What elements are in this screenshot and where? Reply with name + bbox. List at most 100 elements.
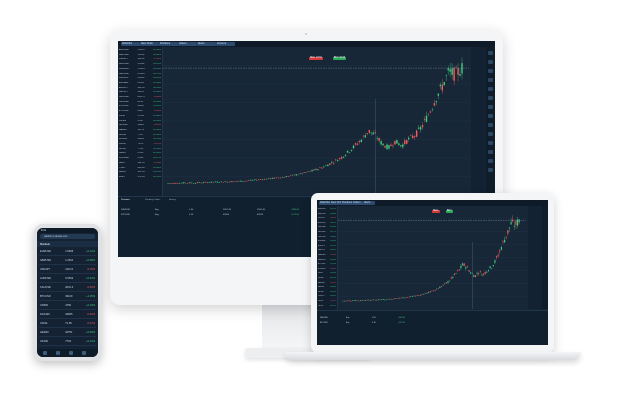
watchlist-row[interactable]: EURUSD 1.0845 +0.12% <box>119 49 161 52</box>
watchlist-row[interactable]: GER40 +0.06% <box>318 286 336 289</box>
candle-body <box>194 183 197 184</box>
watchlist-row[interactable]: UK100 7733 +0.14% <box>119 134 161 137</box>
watchlist-row[interactable]: XAGUSD 22.91 +0.44% <box>119 101 161 104</box>
watchlist-row[interactable]: EURJPY +0.11% <box>318 245 336 248</box>
watchlist-row[interactable]: EURGBP +0.09% <box>318 240 336 243</box>
phone-nav-settings-icon[interactable] <box>82 351 86 355</box>
desktop-buy-button[interactable]: BUY 42.53 <box>333 57 347 60</box>
watchlist-row[interactable]: USDCAD 1.3594 +0.05% <box>119 68 161 71</box>
laptop-buy-button[interactable]: BUY <box>446 210 453 213</box>
toolbar-button[interactable]: Alerts <box>363 201 375 205</box>
watchlist-row[interactable]: USDJPY -0.15% <box>318 217 336 220</box>
watchlist-row[interactable]: US500 +0.10% <box>318 277 336 280</box>
laptop-price-chart[interactable]: SELL BUY <box>338 206 542 309</box>
tool-icon[interactable] <box>488 96 493 100</box>
watchlist-row[interactable]: EURJPY 161.83 +0.11% <box>119 87 161 90</box>
bottom-tab[interactable]: Pending Orders <box>145 199 160 202</box>
watchlist-row[interactable]: NAS100 16825 -0.22% <box>119 124 161 127</box>
watchlist-row[interactable]: UKOIL 77.04 +0.12% <box>119 148 161 151</box>
watchlist-row[interactable]: AMZN 151.94 +0.25% <box>119 171 161 174</box>
watchlist-row[interactable]: TSLA 248.48 +0.58% <box>119 167 161 170</box>
watchlist-row[interactable]: GBPUSD 1.2631 +0.08% <box>119 54 161 57</box>
phone-market-row[interactable]: UK100 7733 +0.14% <box>39 338 96 346</box>
watchlist-row[interactable]: BTCUSD +1.25% <box>318 263 336 266</box>
tool-icon[interactable] <box>488 51 493 55</box>
tool-icon[interactable] <box>488 168 493 172</box>
watchlist-row[interactable]: GER40 16751 +0.06% <box>119 129 161 132</box>
watchlist-row[interactable]: US500 4769 +0.10% <box>119 120 161 123</box>
phone-nav-quotes-icon[interactable] <box>43 351 47 355</box>
watchlist-row[interactable]: EURUSD +0.12% <box>318 208 336 211</box>
phone-url-bar[interactable]: platform.example.com <box>40 234 95 239</box>
watchlist-row[interactable]: UK100 +0.14% <box>318 291 336 294</box>
tool-icon[interactable] <box>488 150 493 154</box>
bottom-tab[interactable]: History <box>169 199 176 202</box>
tool-icon[interactable] <box>488 105 493 109</box>
tool-icon[interactable] <box>488 114 493 118</box>
tool-icon[interactable] <box>488 132 493 136</box>
phone-market-row[interactable]: USOIL 71.65 -0.27% <box>39 320 96 328</box>
watchlist-row[interactable]: USDJPY 149.21 -0.15% <box>119 58 161 61</box>
watchlist-row[interactable]: AUDUSD 0.6542 +0.21% <box>119 63 161 66</box>
watchlist-row[interactable]: XAGUSD +0.44% <box>318 259 336 262</box>
watchlist-row[interactable]: ETHUSD 2284 -0.41% <box>119 110 161 113</box>
phone-market-row[interactable]: AUDUSD 0.6542 +0.21% <box>39 275 96 283</box>
watchlist-row[interactable]: BTCUSD 43120 +1.25% <box>119 105 161 108</box>
watchlist-row[interactable]: NZDUSD +0.17% <box>318 231 336 234</box>
toolbar-button[interactable]: Account <box>216 42 235 46</box>
candle-body <box>474 275 477 278</box>
phone-nav-chart-icon[interactable] <box>56 351 60 355</box>
watchlist-row[interactable]: USOIL 71.65 -0.27% <box>119 143 161 146</box>
watchlist-row[interactable]: NGAS 2.513 +0.36% <box>119 152 161 155</box>
watchlist-row[interactable]: GBPUSD +0.08% <box>318 213 336 216</box>
toolbar-button[interactable]: Alerts <box>197 42 216 46</box>
watchlist-row[interactable]: ETHUSD -0.41% <box>318 268 336 271</box>
watchlist-row[interactable]: EURGBP 0.8587 +0.09% <box>119 82 161 85</box>
tool-icon[interactable] <box>488 123 493 127</box>
phone-market-row[interactable]: USDJPY 149.21 -0.15% <box>39 266 96 274</box>
watchlist-row[interactable]: USDCHF +0.04% <box>318 236 336 239</box>
watchlist-row[interactable]: UKOIL +0.12% <box>318 305 336 308</box>
phone-market-row[interactable]: XAUUSD 2031.4 -0.32% <box>39 284 96 292</box>
watchlist-symbol: UKOIL <box>119 147 126 150</box>
watchlist-row[interactable]: JPN225 +0.31% <box>318 295 336 298</box>
watchlist-row[interactable]: US30 +0.18% <box>318 272 336 275</box>
watchlist-row[interactable]: NZDUSD 0.6103 +0.17% <box>119 73 161 76</box>
phone-market-row[interactable]: US500 4769 +0.10% <box>39 302 96 310</box>
phone-market-row[interactable]: EURUSD 1.0845 +0.12% <box>39 248 96 256</box>
watchlist-row[interactable]: MSFT 376.04 +0.15% <box>119 176 161 179</box>
watchlist-row[interactable]: JPN225 33464 +0.31% <box>119 138 161 141</box>
laptop-sell-button[interactable]: SELL <box>432 210 440 213</box>
watchlist-row[interactable]: US30 37562 +0.18% <box>119 115 161 118</box>
watchlist-row[interactable]: USOIL -0.27% <box>318 300 336 303</box>
watchlist-row[interactable]: USDCHF 0.8812 +0.04% <box>119 77 161 80</box>
toolbar-button[interactable]: Positions <box>159 42 178 46</box>
tool-icon[interactable] <box>488 159 493 163</box>
toolbar-button[interactable]: Watchlist <box>121 42 140 46</box>
watchlist-row[interactable]: AUDUSD +0.21% <box>318 222 336 225</box>
tool-icon[interactable] <box>488 69 493 73</box>
watchlist-row[interactable]: XAUUSD 2031.4 -0.32% <box>119 96 161 99</box>
watchlist-row[interactable]: XAUUSD -0.32% <box>318 254 336 257</box>
toolbar-button[interactable]: Orders <box>178 42 197 46</box>
watchlist-row[interactable]: GBPJPY 188.47 +0.02% <box>119 91 161 94</box>
watchlist-row[interactable]: USDCAD +0.05% <box>318 226 336 229</box>
watchlist-row[interactable]: COPPER 3.894 +0.07% <box>119 157 161 160</box>
desktop-sell-button[interactable]: SELL 42.51 <box>309 57 323 60</box>
tool-icon[interactable] <box>488 60 493 64</box>
watchlist-row[interactable]: AAPL 192.53 -0.19% <box>119 162 161 165</box>
tool-icon[interactable] <box>488 141 493 145</box>
desktop-price-chart[interactable]: SELL 42.51 BUY 42.53 <box>163 47 485 195</box>
phone-market-row[interactable]: NAS100 16825 -0.22% <box>39 311 96 319</box>
tool-icon[interactable] <box>488 78 493 82</box>
toolbar-button[interactable]: New Order <box>140 42 159 46</box>
tool-icon[interactable] <box>488 87 493 91</box>
phone-market-row[interactable]: GER40 16751 +0.06% <box>39 329 96 337</box>
phone-nav-trade-icon[interactable] <box>69 351 73 355</box>
watchlist-price: 192.53 <box>137 161 145 164</box>
phone-market-row[interactable]: BTCUSD 43120 +1.25% <box>39 293 96 301</box>
watchlist-row[interactable]: GBPJPY +0.02% <box>318 249 336 252</box>
bottom-tab[interactable]: Positions <box>121 199 130 202</box>
watchlist-row[interactable]: NAS100 -0.22% <box>318 282 336 285</box>
phone-market-row[interactable]: GBPUSD 1.2631 +0.08% <box>39 257 96 265</box>
